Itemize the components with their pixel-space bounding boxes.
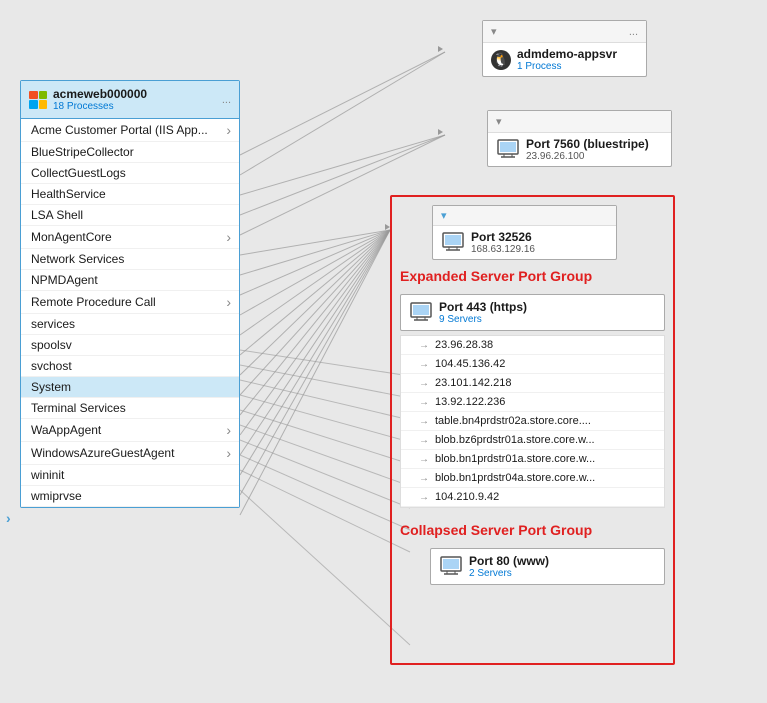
appsvr-node-header: ▾ ...	[483, 21, 646, 43]
chevron-down-icon: ▾	[491, 25, 497, 38]
port32526-text: Port 32526 168.63.129.16	[471, 230, 535, 255]
process-item[interactable]: NPMDAgent	[21, 270, 239, 291]
process-item[interactable]: wininit	[21, 465, 239, 486]
windows-icon	[29, 91, 47, 109]
process-panel: acmeweb000000 18 Processes ... Acme Cust…	[20, 80, 240, 508]
port443-text: Port 443 (https) 9 Servers	[439, 300, 527, 325]
appsvr-text: admdemo-appsvr 1 Process	[517, 47, 617, 72]
process-item[interactable]: wmiprvse	[21, 486, 239, 507]
monitor-icon-3	[441, 232, 465, 254]
port7560-name: Port 7560 (bluestripe)	[526, 137, 649, 151]
process-item[interactable]: Remote Procedure Call	[21, 291, 239, 314]
port32526-ip: 168.63.129.16	[471, 244, 535, 255]
port32526-node[interactable]: ▾ Port 32526 168.63.129.16	[432, 205, 617, 260]
panel-title-group: acmeweb000000 18 Processes	[53, 87, 147, 112]
process-item[interactable]: spoolsv	[21, 335, 239, 356]
port7560-ip: 23.96.26.100	[526, 151, 649, 162]
port443-subtitle: 9 Servers	[439, 314, 527, 325]
win-icon-red	[29, 91, 38, 100]
system-arrow-indicator: ›	[6, 510, 11, 526]
appsvr-header-left: ▾	[491, 25, 497, 38]
port7560-body: Port 7560 (bluestripe) 23.96.26.100	[488, 133, 671, 166]
process-item[interactable]: services	[21, 314, 239, 335]
process-item[interactable]: System	[21, 377, 239, 398]
port80-subtitle: 2 Servers	[469, 568, 549, 579]
monitor-icon-5	[439, 556, 463, 578]
ip-list: 23.96.28.38104.45.136.4223.101.142.21813…	[400, 335, 665, 508]
panel-more-button[interactable]: ...	[222, 94, 231, 106]
process-item[interactable]: CollectGuestLogs	[21, 163, 239, 184]
ip-list-item[interactable]: table.bn4prdstr02a.store.core....	[401, 412, 664, 431]
process-item[interactable]: WaAppAgent	[21, 419, 239, 442]
port32526-header: ▾	[433, 206, 616, 226]
panel-title: acmeweb000000	[53, 87, 147, 101]
process-list: Acme Customer Portal (IIS App...BlueStri…	[21, 119, 239, 507]
process-item[interactable]: WindowsAzureGuestAgent	[21, 442, 239, 465]
process-item[interactable]: BlueStripeCollector	[21, 142, 239, 163]
port443-name: Port 443 (https)	[439, 300, 527, 314]
win-icon-green	[39, 91, 48, 100]
port7560-text: Port 7560 (bluestripe) 23.96.26.100	[526, 137, 649, 162]
port80-text: Port 80 (www) 2 Servers	[469, 554, 549, 579]
process-panel-header: acmeweb000000 18 Processes ...	[21, 81, 239, 119]
panel-subtitle: 18 Processes	[53, 101, 147, 112]
appsvr-subtitle: 1 Process	[517, 61, 617, 72]
port7560-info: Port 7560 (bluestripe) 23.96.26.100	[496, 137, 663, 162]
panel-header-left: acmeweb000000 18 Processes	[29, 87, 147, 112]
expanded-group-title: Expanded Server Port Group	[400, 268, 665, 284]
port32526-body: Port 32526 168.63.129.16	[433, 226, 616, 259]
port32526-name: Port 32526	[471, 230, 535, 244]
process-item[interactable]: HealthService	[21, 184, 239, 205]
ip-list-item[interactable]: blob.bn1prdstr04a.store.core.w...	[401, 469, 664, 488]
appsvr-info: 🐧 admdemo-appsvr 1 Process	[491, 47, 638, 72]
port443-node[interactable]: Port 443 (https) 9 Servers	[400, 294, 665, 331]
win-icon-yellow	[39, 100, 48, 109]
process-item[interactable]: Acme Customer Portal (IIS App...	[21, 119, 239, 142]
linux-icon: 🐧	[491, 50, 511, 70]
process-item[interactable]: Network Services	[21, 249, 239, 270]
process-item[interactable]: LSA Shell	[21, 205, 239, 226]
ip-list-item[interactable]: blob.bn1prdstr01a.store.core.w...	[401, 450, 664, 469]
ip-list-item[interactable]: 23.96.28.38	[401, 336, 664, 355]
port80-name: Port 80 (www)	[469, 554, 549, 568]
win-icon-blue	[29, 100, 38, 109]
port7560-node[interactable]: ▾ Port 7560 (bluestripe) 23.96.26.100	[487, 110, 672, 167]
appsvr-more-button[interactable]: ...	[629, 26, 638, 38]
chevron-down-icon-2: ▾	[496, 115, 502, 128]
expanded-area: ▾ Port 32526 168.63.129.16 Expanded Serv…	[390, 195, 675, 665]
chevron-down-icon-3: ▾	[441, 209, 447, 222]
port80-node[interactable]: Port 80 (www) 2 Servers	[430, 548, 665, 585]
appsvr-node[interactable]: ▾ ... 🐧 admdemo-appsvr 1 Process	[482, 20, 647, 77]
process-item[interactable]: svchost	[21, 356, 239, 377]
ip-list-item[interactable]: blob.bz6prdstr01a.store.core.w...	[401, 431, 664, 450]
appsvr-node-body: 🐧 admdemo-appsvr 1 Process	[483, 43, 646, 76]
ip-list-item[interactable]: 13.92.122.236	[401, 393, 664, 412]
collapsed-group-title: Collapsed Server Port Group	[400, 522, 665, 538]
monitor-icon-2	[496, 139, 520, 161]
monitor-icon-4	[409, 302, 433, 324]
ip-list-item[interactable]: 104.210.9.42	[401, 488, 664, 507]
process-item[interactable]: Terminal Services	[21, 398, 239, 419]
ip-list-item[interactable]: 104.45.136.42	[401, 355, 664, 374]
ip-list-item[interactable]: 23.101.142.218	[401, 374, 664, 393]
process-item[interactable]: MonAgentCore	[21, 226, 239, 249]
port7560-header: ▾	[488, 111, 671, 133]
appsvr-name: admdemo-appsvr	[517, 47, 617, 61]
